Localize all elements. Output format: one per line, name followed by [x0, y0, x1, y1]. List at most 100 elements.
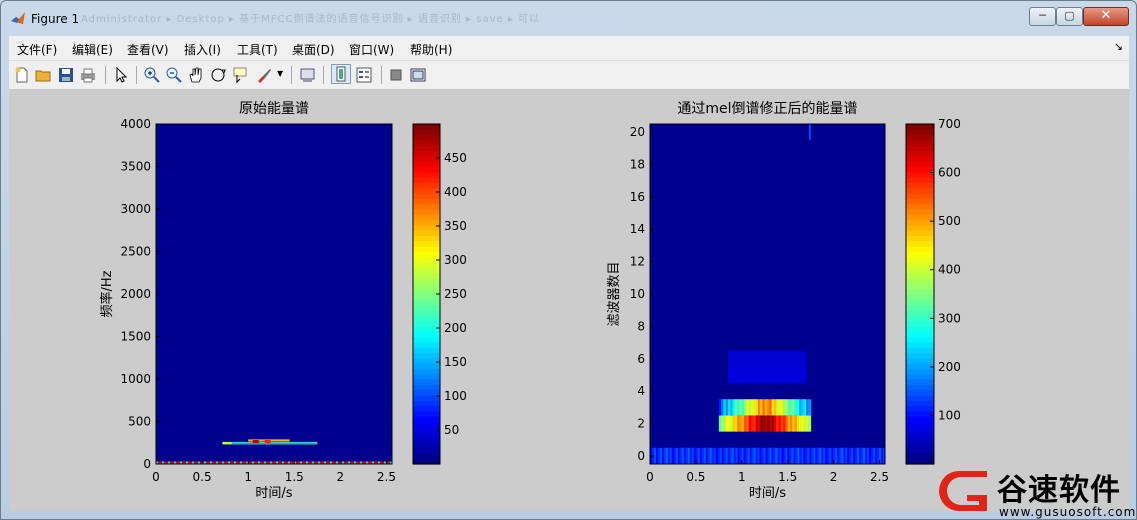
colorbar-segment — [906, 299, 934, 306]
x-tick-label: 1 — [244, 470, 252, 484]
window-title: Figure 1 — [31, 12, 80, 26]
hide-plot-tools-icon[interactable] — [387, 66, 405, 84]
colorbar-segment — [413, 347, 440, 354]
y-tick-label: 3000 — [120, 202, 151, 216]
colorbar-segment — [413, 299, 440, 306]
y-tick-label: 18 — [630, 157, 645, 171]
menu-tools[interactable]: 工具(T) — [237, 41, 278, 58]
figure-toolbar: ▼ — [9, 61, 1129, 90]
colorbar-segment — [906, 278, 934, 284]
colorbar-segment — [413, 177, 440, 184]
minimize-button[interactable]: ─ — [1029, 7, 1056, 26]
menu-file[interactable]: 文件(F) — [17, 41, 57, 58]
menu-dock-icon[interactable]: ↘ — [1114, 40, 1123, 53]
colorbar-segment — [906, 283, 934, 290]
axes-title: 原始能量谱 — [239, 101, 309, 117]
colorbar-segment — [413, 209, 440, 215]
menu-insert[interactable]: 插入(I) — [184, 41, 221, 58]
colorbar-segment — [413, 405, 440, 412]
blurred-background-title: Administrator ▸ Desktop ▸ 基于MFCC倒谱法的语音信号… — [81, 14, 541, 25]
new-figure-icon[interactable] — [13, 66, 31, 84]
maximize-icon: ▢ — [1064, 9, 1075, 22]
colorbar-segment — [413, 251, 440, 258]
watermark: 谷速软件 www.gusuosoft.com — [937, 463, 1137, 520]
colorbar-segment — [906, 309, 934, 316]
y-tick-label: 10 — [630, 287, 645, 301]
colorbar-segment — [413, 166, 440, 173]
colorbar-tick-label: 300 — [938, 311, 961, 325]
colorbar-segment — [413, 432, 440, 439]
colorbar-segment — [906, 124, 934, 130]
heatmap-cell — [808, 399, 812, 416]
maximize-button[interactable]: ▢ — [1056, 7, 1083, 26]
print-figure-icon[interactable] — [79, 66, 97, 84]
colorbar-segment — [413, 203, 440, 210]
zoom-in-icon[interactable] — [143, 66, 161, 84]
y-axis-label: 滤波器数目 — [607, 261, 622, 326]
edit-plot-icon[interactable] — [112, 66, 130, 84]
colorbar-segment — [906, 400, 934, 407]
pan-icon[interactable] — [187, 66, 205, 84]
colorbar-tick-label: 100 — [938, 408, 961, 422]
menu-view[interactable]: 查看(V) — [127, 41, 169, 58]
colorbar-segment — [906, 155, 934, 162]
colorbar-toggle-button[interactable] — [331, 64, 351, 84]
colorbar-tick-label: 150 — [444, 355, 467, 369]
menu-edit[interactable]: 编辑(E) — [72, 41, 113, 58]
colorbar-segment — [413, 437, 440, 444]
colorbar-segment — [413, 304, 440, 311]
colorbar-segment — [413, 309, 440, 316]
colorbar-segment — [413, 150, 440, 157]
close-button[interactable]: ✕ — [1083, 7, 1129, 26]
colorbar-segment — [906, 421, 934, 428]
menu-window[interactable]: 窗口(W) — [349, 41, 394, 58]
colorbar-segment — [413, 448, 440, 454]
colorbar-segment — [906, 171, 934, 178]
colorbar-tick-label: 400 — [444, 185, 467, 199]
chevron-down-icon[interactable]: ▼ — [277, 69, 283, 78]
colorbar-segment — [413, 278, 440, 284]
colorbar-tick-label: 450 — [444, 151, 467, 165]
colorbar-segment — [906, 389, 934, 396]
x-tick-label: 2 — [337, 470, 345, 484]
colorbar-tick-label: 350 — [444, 219, 467, 233]
menu-desktop[interactable]: 桌面(D) — [292, 41, 335, 58]
show-plot-tools-icon[interactable] — [409, 66, 427, 84]
menu-help[interactable]: 帮助(H) — [410, 41, 452, 58]
colorbar-segment — [906, 331, 934, 338]
y-tick-label: 14 — [630, 222, 645, 236]
colorbar-segment — [906, 426, 934, 433]
colorbar-segment — [906, 341, 934, 348]
colorbar-segment — [413, 214, 440, 221]
save-figure-icon[interactable] — [57, 66, 75, 84]
colorbar-segment — [413, 240, 440, 247]
colorbar-segment — [413, 267, 440, 274]
colorbar-segment — [906, 416, 934, 423]
colorbar-segment — [413, 421, 440, 428]
colorbar-segment — [413, 288, 440, 295]
colorbar-segment — [906, 129, 934, 136]
x-tick-label: 2.5 — [377, 470, 396, 484]
colorbar-segment — [413, 134, 440, 141]
link-plot-icon[interactable] — [299, 66, 317, 84]
rotate-3d-icon[interactable] — [209, 66, 227, 84]
open-file-icon[interactable] — [35, 66, 53, 84]
data-cursor-icon[interactable] — [231, 66, 249, 84]
x-axis-label: 时间/s — [255, 486, 292, 501]
colorbar-segment — [906, 262, 934, 269]
figure-window: Figure 1 Administrator ▸ Desktop ▸ 基于MFC… — [0, 0, 1137, 520]
colorbar-segment — [413, 139, 440, 146]
colorbar-segment — [906, 410, 934, 417]
colorbar-segment — [906, 453, 934, 460]
brush-icon[interactable] — [255, 66, 273, 84]
colorbar-segment — [906, 187, 934, 194]
y-tick-label: 2500 — [120, 245, 151, 259]
heatmap-faint-row — [728, 366, 807, 384]
title-bar[interactable]: Figure 1 Administrator ▸ Desktop ▸ 基于MFC… — [1, 1, 1136, 35]
y-tick-label: 0 — [143, 457, 151, 471]
colorbar-segment — [413, 198, 440, 205]
legend-icon[interactable] — [355, 66, 373, 84]
zoom-out-icon[interactable] — [165, 66, 183, 84]
colorbar-segment — [413, 193, 440, 199]
colorbar-segment — [906, 304, 934, 311]
